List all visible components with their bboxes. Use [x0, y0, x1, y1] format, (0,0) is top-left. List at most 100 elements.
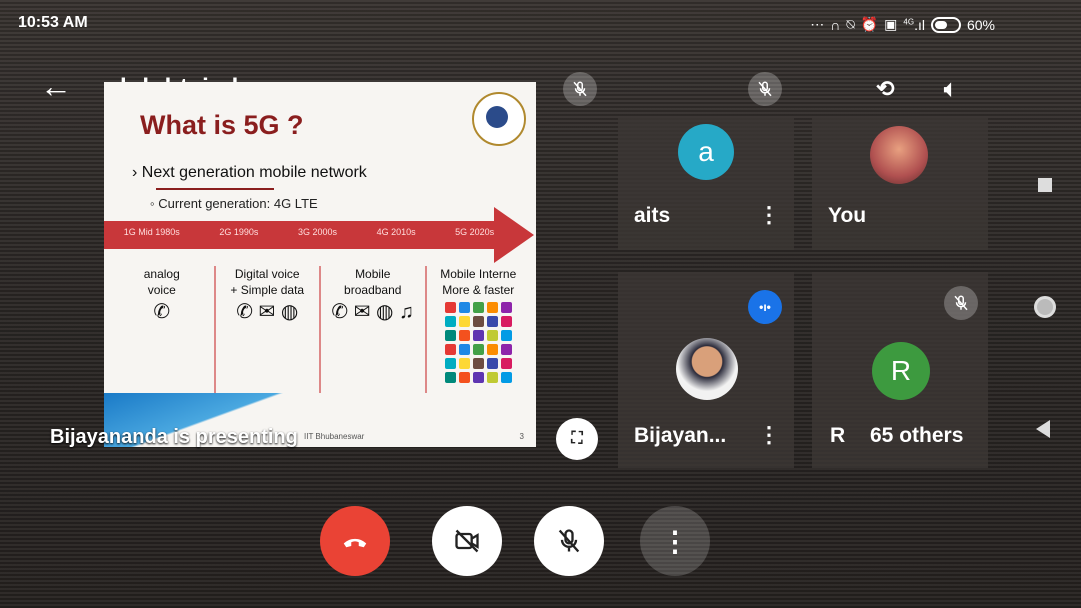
more-vert-icon[interactable]: ⋮: [758, 204, 780, 226]
app-icon: [458, 330, 470, 341]
home-icon[interactable]: [1034, 296, 1056, 318]
back-icon[interactable]: [1036, 420, 1050, 438]
column-1g: analog voice ✆: [110, 266, 216, 396]
android-nav-bar: [1020, 120, 1070, 520]
meet-screen: 10:53 AM ⋯ ∩ ⍉ ⏰ ▣ 4G.ıl 60% ← dnk-btxj-…: [0, 0, 1081, 608]
fullscreen-button[interactable]: ⛶: [556, 418, 598, 460]
app-icon: [472, 316, 484, 327]
app-icon: [444, 372, 456, 383]
app-icon: [472, 358, 484, 369]
mic-toggle-button[interactable]: [534, 506, 604, 576]
column-3g: Mobile broadband ✆ ✉ ◍ ♫: [321, 266, 427, 396]
more-vert-icon: ⋮: [661, 525, 689, 557]
signal-icon: 4G.ıl: [903, 16, 925, 33]
presentation-slide[interactable]: What is 5G ? › Next generation mobile ne…: [104, 82, 536, 447]
column-4g: Mobile Interne More & faster: [427, 266, 531, 396]
phone-hangup-icon: [343, 538, 367, 548]
back-arrow-icon[interactable]: ←: [40, 70, 72, 102]
participant-tile-others[interactable]: R R 65 others: [812, 272, 988, 468]
broadband-icons: ✆ ✉ ◍ ♫: [331, 301, 415, 323]
media-icon: ▣: [884, 16, 898, 32]
gen-label: 3G 2000s: [297, 227, 337, 237]
app-icon: [486, 330, 498, 341]
app-icon: [500, 372, 512, 383]
app-icon: [458, 302, 470, 313]
participant-tile-bijayananda[interactable]: •ı• Bijayan... ⋮: [618, 272, 794, 468]
app-icon: [500, 302, 512, 313]
presenter-label: Bijayananda is presenting: [50, 426, 298, 448]
column-2g: Digital voice + Simple data ✆ ✉ ◍: [216, 266, 321, 396]
gen-label: 2G 1990s: [219, 227, 259, 237]
app-icon: [500, 330, 512, 341]
app-icon: [500, 316, 512, 327]
avatar: [676, 338, 738, 400]
more-icon: ⋯: [810, 16, 825, 32]
status-icons: ⋯ ∩ ⍉ ⏰ ▣ 4G.ıl 60%: [810, 16, 995, 33]
switch-camera-icon[interactable]: ⟲: [876, 76, 894, 102]
camera-toggle-button[interactable]: [432, 506, 502, 576]
participant-name: aits: [634, 204, 671, 227]
avatar: R: [872, 342, 930, 400]
app-icon: [500, 358, 512, 369]
app-icon: [472, 344, 484, 355]
battery-icon: [930, 16, 961, 33]
more-vert-icon[interactable]: ⋮: [758, 424, 780, 446]
generation-labels: 1G Mid 1980s 2G 1990s 3G 2000s 4G 2010s …: [104, 227, 514, 237]
generation-columns: analog voice ✆ Digital voice + Simple da…: [110, 266, 530, 396]
app-icon: [458, 344, 470, 355]
others-count: 65 others: [870, 424, 964, 447]
participant-tile-you[interactable]: You: [812, 118, 988, 250]
participant-tile-aits[interactable]: a aits ⋮: [618, 118, 794, 250]
participant-name: You: [828, 204, 867, 227]
iit-logo: [472, 92, 526, 146]
participant-name: Bijayan...: [634, 424, 727, 447]
mic-off-icon: [944, 286, 978, 320]
mic-off-icon: [558, 529, 580, 553]
slide-page-number: 3: [519, 432, 524, 441]
app-icon: [444, 302, 456, 313]
speaking-indicator-icon: •ı•: [748, 290, 782, 324]
status-bar: 10:53 AM ⋯ ∩ ⍉ ⏰ ▣ 4G.ıl 60%: [0, 0, 1081, 44]
headset-icon: ∩: [830, 16, 841, 33]
app-icon: [486, 344, 498, 355]
app-icon: [472, 330, 484, 341]
more-options-button[interactable]: ⋮: [640, 506, 710, 576]
slide-title: What is 5G ?: [140, 110, 304, 140]
slide-bullet-1: › Next generation mobile network: [132, 164, 367, 181]
app-icon: [486, 302, 498, 313]
app-icon: [444, 344, 456, 355]
slide-org: IIT Bhubaneswar: [304, 432, 365, 441]
app-icon: [486, 372, 498, 383]
app-icon: [444, 358, 456, 369]
battery-level: 60%: [966, 16, 995, 33]
app-icon: [472, 372, 484, 383]
app-icon: [458, 316, 470, 327]
alarm-icon: ⏰: [860, 16, 879, 32]
slide-underline: [156, 188, 274, 190]
presenter-mic-off-icon: [563, 72, 597, 106]
app-icon: [458, 358, 470, 369]
gen-label: 5G 2020s: [455, 227, 495, 237]
app-icon: [486, 316, 498, 327]
app-icon: [500, 344, 512, 355]
voice-data-icons: ✆ ✉ ◍: [236, 301, 299, 323]
app-icon: [486, 358, 498, 369]
speaker-icon[interactable]: 🔈︎: [944, 76, 957, 102]
status-time: 10:53 AM: [18, 14, 88, 31]
end-call-button[interactable]: [320, 506, 390, 576]
app-icons-grid: [430, 302, 528, 383]
gen-label: 4G 2010s: [376, 227, 416, 237]
app-icon: [444, 330, 456, 341]
participant-name: R: [830, 424, 846, 447]
phone-icon: ✆: [153, 301, 171, 323]
avatar: a: [678, 124, 734, 180]
app-icon: [472, 302, 484, 313]
avatar: [870, 126, 928, 184]
recents-icon[interactable]: [1038, 178, 1052, 192]
camera-off-icon: [455, 529, 479, 553]
app-icon: [458, 372, 470, 383]
gen-label: 1G Mid 1980s: [123, 227, 180, 237]
app-icon: [444, 316, 456, 327]
mute-notification-icon: ⍉: [846, 16, 855, 32]
mic-off-icon: [748, 72, 782, 106]
